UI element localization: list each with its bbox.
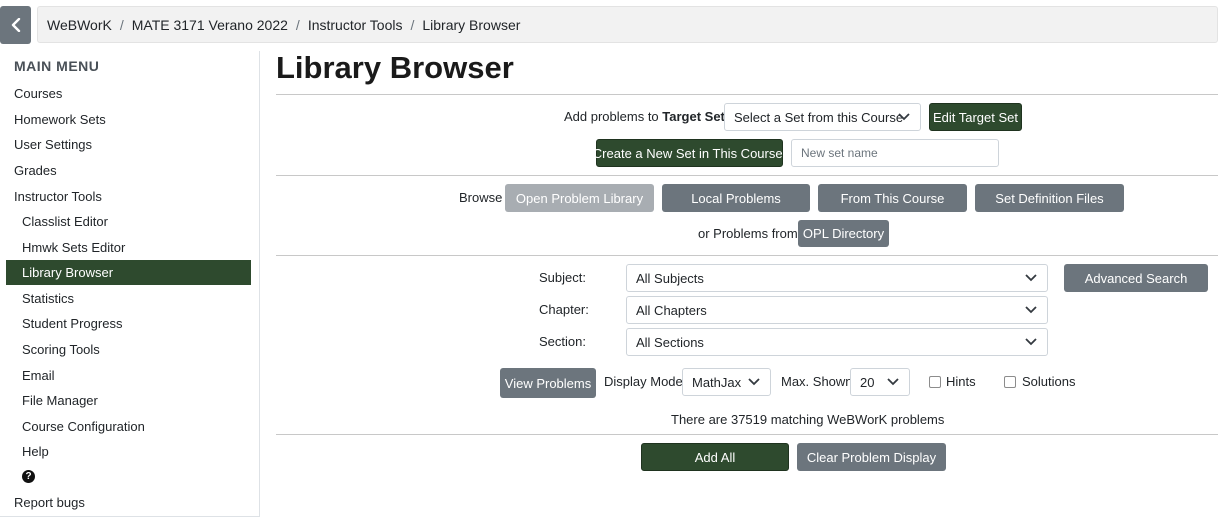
target-set-select[interactable]: Select a Set from this Course	[724, 103, 921, 131]
add-all-button[interactable]: Add All	[641, 443, 789, 471]
subject-select[interactable]: All Subjects	[626, 264, 1048, 292]
matching-problems-status: There are 37519 matching WeBWorK problem…	[671, 412, 945, 427]
top-bar: WeBWorK / MATE 3171 Verano 2022 / Instru…	[0, 0, 1218, 50]
new-set-name-input[interactable]	[791, 139, 999, 167]
target-set-label: Add problems to Target Set:	[564, 109, 729, 124]
or-problems-from-label: or Problems from	[698, 226, 798, 241]
sidebar-item-statistics[interactable]: Statistics	[6, 286, 251, 311]
create-new-set-button[interactable]: Create a New Set in This Course:	[593, 139, 786, 167]
tab-from-this-course[interactable]: From This Course	[818, 184, 967, 212]
chapter-select-value: All Chapters	[636, 302, 707, 318]
chevron-left-icon	[11, 18, 20, 32]
divider	[276, 175, 1218, 176]
hints-checkbox[interactable]	[929, 376, 941, 388]
main-menu-heading: MAIN MENU	[14, 58, 100, 74]
breadcrumb-separator: /	[295, 16, 300, 33]
display-mode-select[interactable]: MathJax	[682, 368, 771, 396]
breadcrumb: WeBWorK / MATE 3171 Verano 2022 / Instru…	[37, 6, 1218, 43]
sidebar: MAIN MENU Courses Homework Sets User Set…	[0, 51, 260, 517]
tab-open-problem-library[interactable]: Open Problem Library	[505, 184, 654, 212]
view-problems-button[interactable]: View Problems	[500, 368, 596, 398]
divider	[276, 255, 1218, 256]
help-icon[interactable]: ?	[22, 470, 35, 483]
chevron-down-icon	[887, 378, 899, 386]
target-set-label-bold: Target Set:	[662, 109, 730, 124]
breadcrumb-instructor-tools[interactable]: Instructor Tools	[308, 17, 403, 33]
sidebar-item-scoring-tools[interactable]: Scoring Tools	[6, 337, 251, 362]
sidebar-item-help[interactable]: Help	[6, 439, 251, 464]
advanced-search-button[interactable]: Advanced Search	[1064, 264, 1208, 292]
chapter-select[interactable]: All Chapters	[626, 296, 1048, 324]
target-set-label-prefix: Add problems to	[564, 109, 663, 124]
section-select-value: All Sections	[636, 334, 704, 350]
display-mode-value: MathJax	[692, 374, 742, 390]
chevron-down-icon	[748, 378, 760, 386]
sidebar-item-homework-sets[interactable]: Homework Sets	[6, 107, 251, 132]
tab-local-problems[interactable]: Local Problems	[662, 184, 810, 212]
sidebar-item-email[interactable]: Email	[6, 363, 251, 388]
sidebar-item-courses[interactable]: Courses	[6, 81, 251, 106]
max-shown-select[interactable]: 20	[850, 368, 910, 396]
breadcrumb-course[interactable]: MATE 3171 Verano 2022	[132, 17, 288, 33]
subject-select-value: All Subjects	[636, 270, 704, 286]
breadcrumb-separator: /	[119, 16, 124, 33]
sidebar-item-student-progress[interactable]: Student Progress	[6, 311, 251, 336]
solutions-checkbox[interactable]	[1004, 376, 1016, 388]
sidebar-item-library-browser[interactable]: Library Browser	[6, 260, 251, 285]
sidebar-item-grades[interactable]: Grades	[6, 158, 251, 183]
sidebar-item-hmwk-sets-editor[interactable]: Hmwk Sets Editor	[6, 235, 251, 260]
max-shown-label: Max. Shown:	[781, 374, 857, 389]
divider	[276, 94, 1218, 95]
chevron-down-icon	[898, 113, 910, 121]
display-mode-label: Display Mode:	[604, 374, 687, 389]
tab-set-definition-files[interactable]: Set Definition Files	[975, 184, 1124, 212]
sidebar-item-instructor-tools[interactable]: Instructor Tools	[6, 184, 251, 209]
chevron-down-icon	[1025, 274, 1037, 282]
browse-label: Browse	[459, 190, 503, 205]
chevron-down-icon	[1025, 306, 1037, 314]
divider	[276, 434, 1218, 435]
breadcrumb-current: Library Browser	[422, 16, 521, 33]
opl-directory-button[interactable]: OPL Directory	[798, 220, 889, 247]
sidebar-item-classlist-editor[interactable]: Classlist Editor	[6, 209, 251, 234]
sidebar-item-report-bugs[interactable]: Report bugs	[6, 490, 251, 515]
page-title: Library Browser	[276, 50, 514, 85]
back-button[interactable]	[0, 6, 31, 44]
hints-label: Hints	[946, 374, 976, 389]
chevron-down-icon	[1025, 338, 1037, 346]
chapter-label: Chapter:	[539, 302, 589, 317]
breadcrumb-separator: /	[410, 16, 415, 33]
section-select[interactable]: All Sections	[626, 328, 1048, 356]
sidebar-item-user-settings[interactable]: User Settings	[6, 132, 251, 157]
subject-label: Subject:	[539, 270, 586, 285]
clear-problem-display-button[interactable]: Clear Problem Display	[797, 443, 946, 471]
sidebar-item-file-manager[interactable]: File Manager	[6, 388, 251, 413]
solutions-label: Solutions	[1022, 374, 1076, 389]
breadcrumb-webwork[interactable]: WeBWorK	[47, 17, 112, 33]
sidebar-item-course-configuration[interactable]: Course Configuration	[6, 414, 251, 439]
target-set-select-value: Select a Set from this Course	[734, 109, 904, 125]
section-label: Section:	[539, 334, 586, 349]
max-shown-value: 20	[860, 374, 875, 390]
edit-target-set-button[interactable]: Edit Target Set	[929, 103, 1022, 131]
